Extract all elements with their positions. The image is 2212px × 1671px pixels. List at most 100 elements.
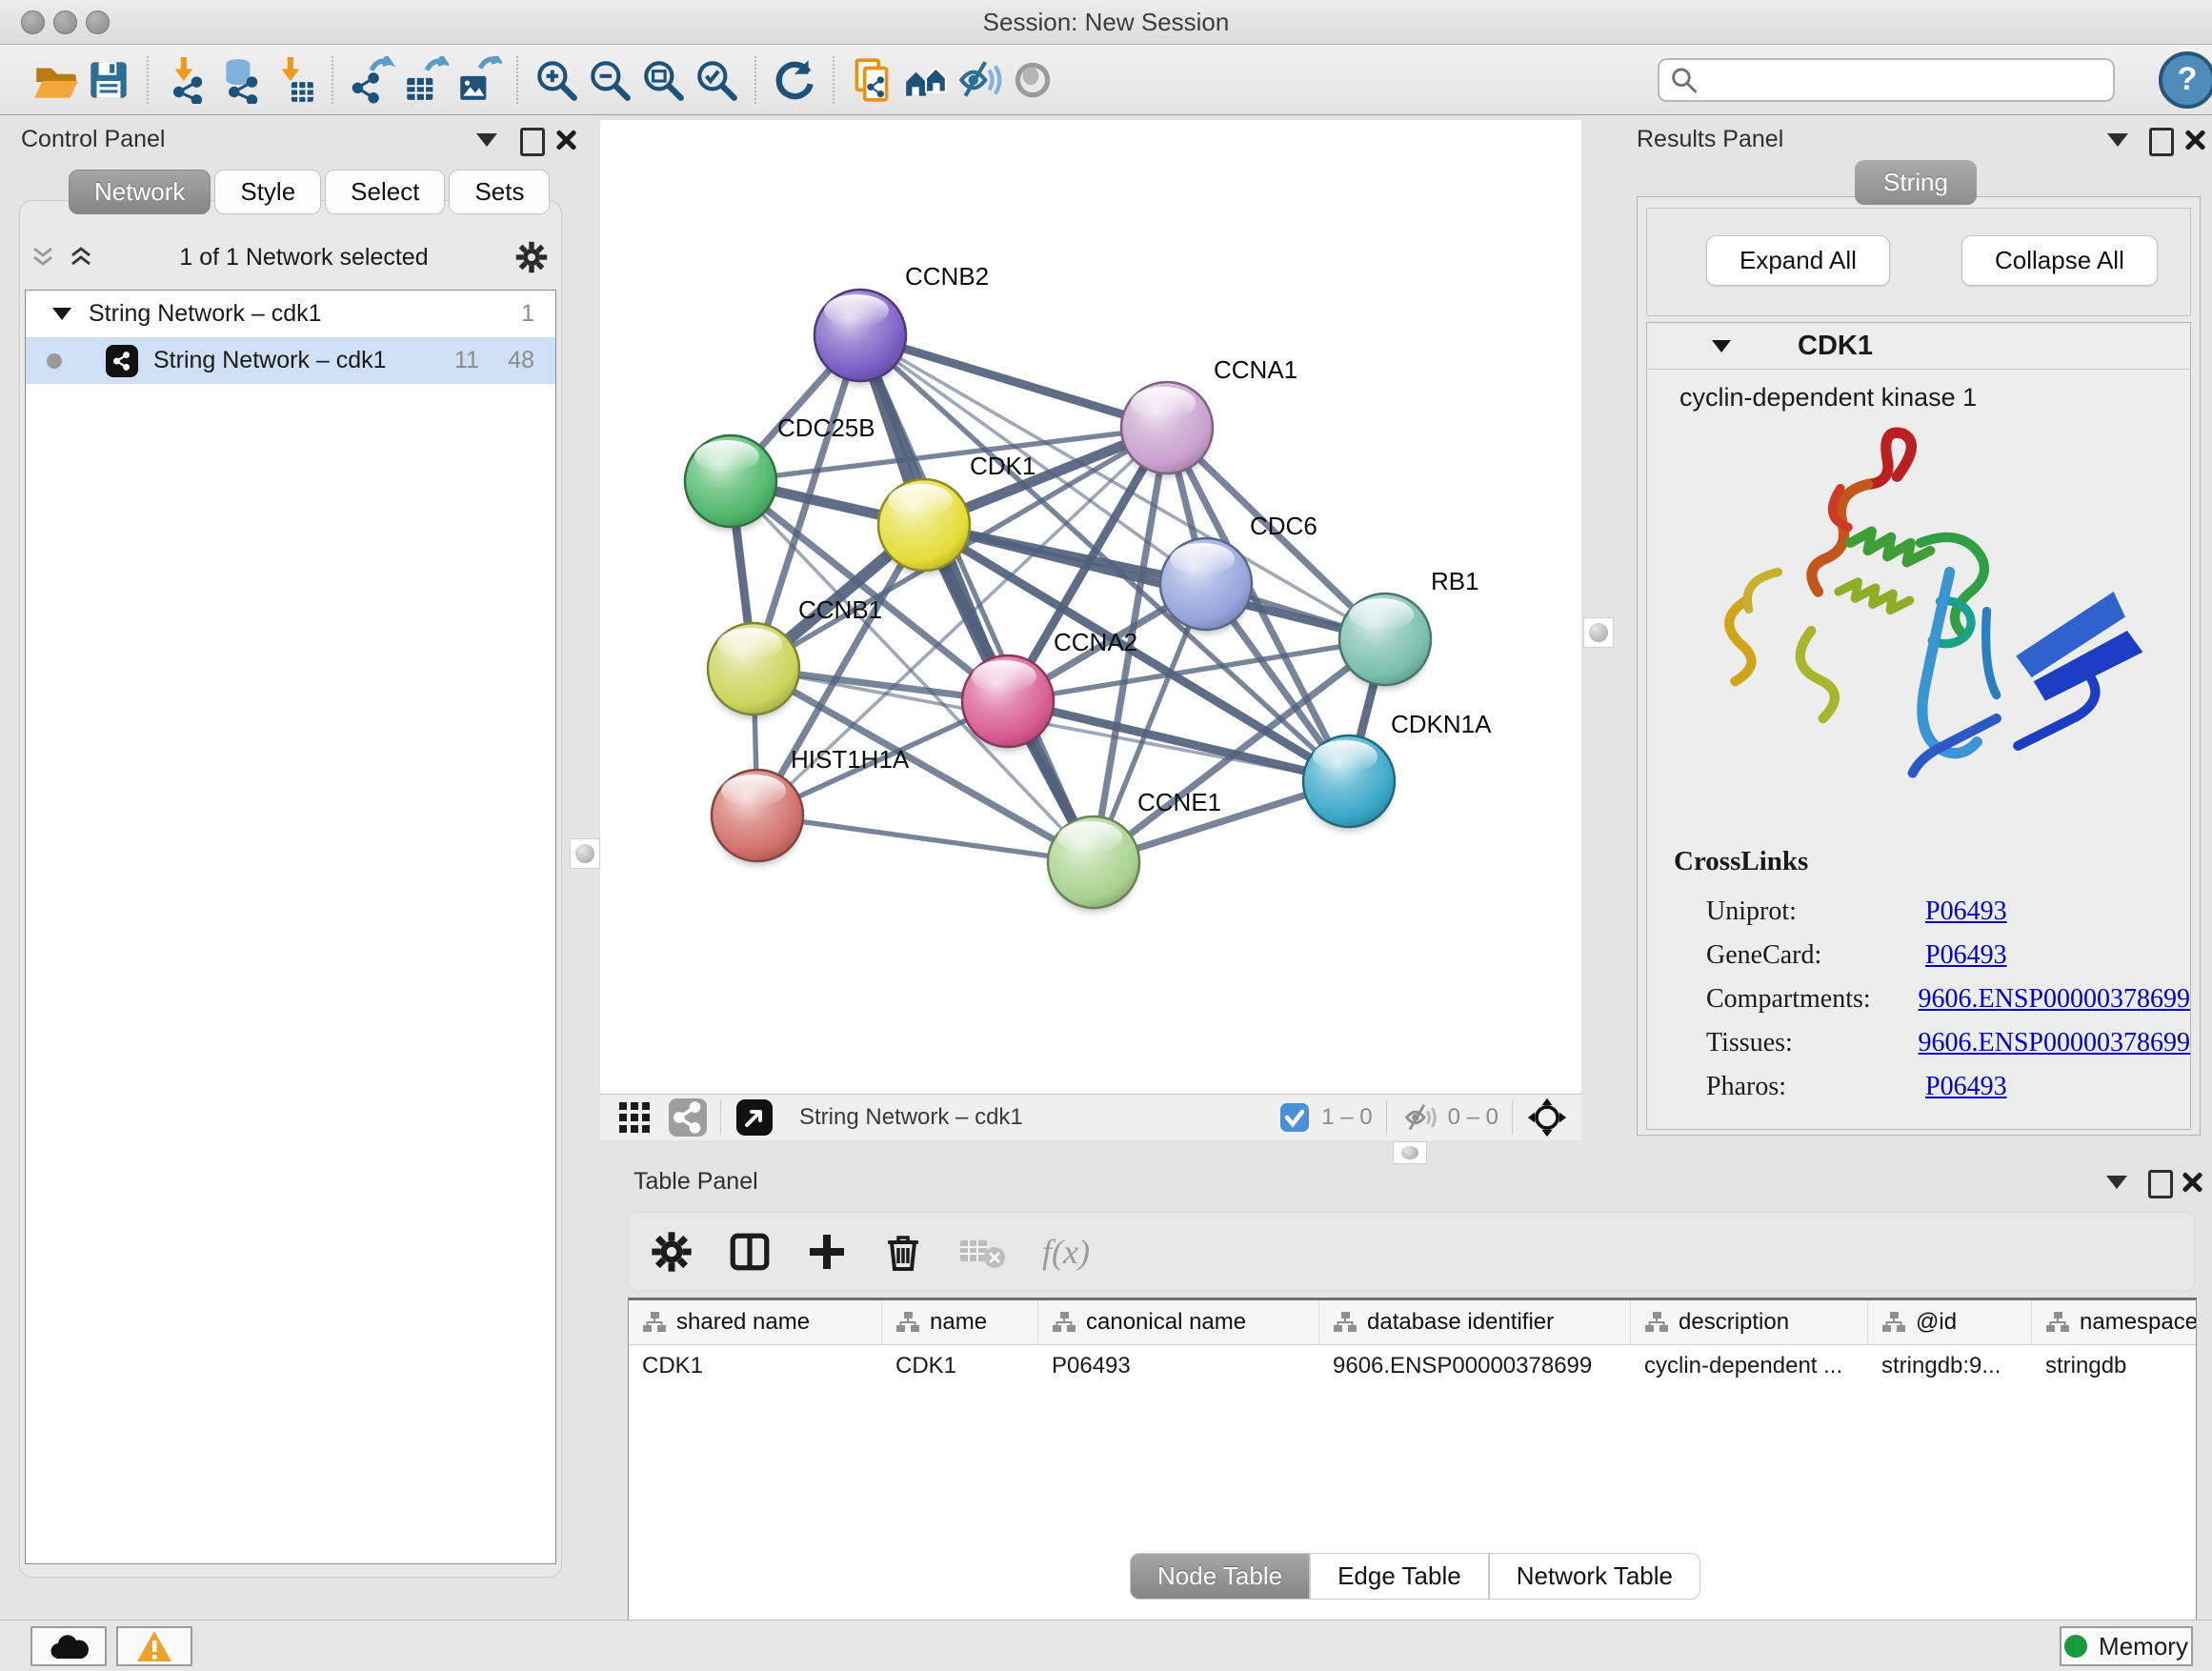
column-header-canonical-name[interactable]: canonical name	[1038, 1300, 1319, 1344]
tab-network[interactable]: Network	[69, 170, 211, 214]
table-cell[interactable]: P06493	[1038, 1345, 1319, 1387]
network-options-gear-icon[interactable]	[514, 240, 549, 274]
crosshair-icon[interactable]	[1526, 1097, 1568, 1138]
right-splitter-handle[interactable]	[1583, 617, 1614, 648]
tab-select[interactable]: Select	[325, 170, 445, 214]
column-header-shared-name[interactable]: shared name	[629, 1300, 882, 1344]
collection-expand-icon[interactable]	[52, 308, 71, 320]
crosslink-link[interactable]: 9606.ENSP00000378699	[1919, 984, 2190, 1015]
panel-float-icon[interactable]	[520, 128, 545, 156]
tab-node-table[interactable]: Node Table	[1130, 1553, 1310, 1600]
section-expand-icon[interactable]	[1712, 340, 1731, 352]
table-header-row: shared name namecanonical namedatabase id…	[629, 1300, 2196, 1345]
help-button[interactable]: ?	[2159, 51, 2212, 109]
left-splitter-handle[interactable]	[570, 838, 600, 869]
network-canvas[interactable]: CCNB2CCNA1CDC25BCDK1CDC6RB1CCNB1CCNA2CDK…	[600, 120, 1581, 1094]
save-session-icon[interactable]	[82, 53, 135, 107]
column-header-database-identifier[interactable]: database identifier	[1319, 1300, 1631, 1344]
show-neighbors-houses-icon[interactable]	[899, 53, 953, 107]
zoom-selected-icon[interactable]	[690, 53, 743, 107]
memory-button[interactable]: Memory	[2060, 1626, 2193, 1666]
hidden-eye-icon[interactable]	[1400, 1098, 1438, 1137]
node-CCNB1[interactable]: CCNB1	[708, 595, 882, 718]
column-header--id[interactable]: @id	[1868, 1300, 2032, 1344]
zoom-out-icon[interactable]	[583, 53, 636, 107]
cloud-button[interactable]	[30, 1626, 107, 1666]
horizontal-splitter-handle[interactable]	[1393, 1141, 1427, 1164]
node-label-CDK1: CDK1	[970, 452, 1036, 480]
protein-section-header[interactable]: CDK1	[1647, 323, 2190, 370]
node-CCNE1[interactable]: CCNE1	[1048, 788, 1221, 912]
selected-checkbox[interactable]	[1279, 1102, 1310, 1133]
tab-network-table[interactable]: Network Table	[1489, 1553, 1700, 1600]
panel-close-icon[interactable]	[554, 128, 577, 151]
crosslink-link[interactable]: 9606.ENSP00000378699	[1919, 1028, 2190, 1058]
table-close-icon[interactable]	[2181, 1170, 2203, 1193]
network-collection-row[interactable]: String Network – cdk1 1	[26, 291, 555, 337]
crosslink-label: Tissues:	[1706, 1028, 1919, 1058]
copy-network-icon[interactable]	[846, 53, 899, 107]
table-cell[interactable]: CDK1	[882, 1345, 1038, 1387]
tab-sets[interactable]: Sets	[449, 170, 550, 214]
collapse-all-icon[interactable]	[30, 245, 55, 270]
search-icon	[1669, 64, 1699, 96]
show-all-eye-icon[interactable]	[1006, 53, 1059, 107]
apply-layout-icon[interactable]	[768, 53, 821, 107]
edge-HIST1H1A-CCNE1[interactable]	[757, 815, 1094, 862]
zoom-fit-icon[interactable]	[636, 53, 690, 107]
warning-button[interactable]	[116, 1626, 192, 1666]
tab-edge-table[interactable]: Edge Table	[1310, 1553, 1489, 1600]
zoom-in-icon[interactable]	[530, 53, 583, 107]
gear-icon[interactable]	[650, 1230, 694, 1274]
node-CDC25B[interactable]: CDC25B	[685, 413, 875, 531]
node-HIST1H1A[interactable]: HIST1H1A	[712, 745, 910, 865]
tab-string[interactable]: String	[1855, 160, 1977, 205]
search-input[interactable]	[1699, 66, 2103, 94]
table-cell[interactable]: 9606.ENSP00000378699	[1319, 1345, 1631, 1387]
open-session-icon[interactable]	[29, 53, 82, 107]
collapse-all-button[interactable]: Collapse All	[1961, 235, 2158, 286]
node-RB1[interactable]: RB1	[1339, 567, 1479, 689]
export-network-icon[interactable]	[345, 53, 398, 107]
crosslink-link[interactable]: P06493	[1925, 1072, 2007, 1102]
share-icon[interactable]	[669, 1098, 707, 1137]
crosslink-link[interactable]: P06493	[1925, 940, 2007, 971]
results-close-icon[interactable]	[2183, 128, 2206, 151]
import-network-file-icon[interactable]	[160, 53, 213, 107]
import-table-icon[interactable]	[267, 53, 320, 107]
edge-CCNB2-CCNA1[interactable]	[860, 335, 1167, 428]
table-row[interactable]: CDK1CDK1P064939606.ENSP00000378699cyclin…	[629, 1345, 2196, 1387]
table-cell[interactable]: stringdb	[2032, 1345, 2197, 1387]
node-CDKN1A[interactable]: CDKN1A	[1303, 710, 1492, 831]
table-cell[interactable]: stringdb:9...	[1868, 1345, 2032, 1387]
node-CCNA1[interactable]: CCNA1	[1121, 355, 1297, 477]
export-image-icon[interactable]	[452, 53, 505, 107]
expand-all-icon[interactable]	[69, 245, 93, 270]
column-label: namespace	[2080, 1309, 2197, 1336]
panel-menu-icon[interactable]	[476, 133, 497, 147]
results-float-icon[interactable]	[2149, 128, 2174, 156]
edge-CDK1-RB1[interactable]	[924, 525, 1385, 639]
import-network-database-icon[interactable]	[213, 53, 267, 107]
results-menu-icon[interactable]	[2107, 133, 2128, 147]
hide-selected-eye-icon[interactable]	[953, 53, 1006, 107]
tab-style[interactable]: Style	[214, 170, 321, 214]
table-float-icon[interactable]	[2148, 1170, 2173, 1198]
column-label: shared name	[676, 1309, 810, 1336]
add-column-icon[interactable]	[806, 1231, 848, 1273]
columns-icon[interactable]	[728, 1230, 772, 1274]
edge-CCNB2-CCNE1[interactable]	[860, 335, 1094, 862]
open-in-window-icon[interactable]	[734, 1097, 774, 1137]
expand-all-button[interactable]: Expand All	[1706, 235, 1890, 286]
column-header-description[interactable]: description	[1631, 1300, 1868, 1344]
export-table-icon[interactable]	[398, 53, 452, 107]
column-header-name[interactable]: name	[882, 1300, 1038, 1344]
table-menu-icon[interactable]	[2106, 1176, 2127, 1189]
table-cell[interactable]: CDK1	[629, 1345, 882, 1387]
grid-icon[interactable]	[615, 1098, 654, 1137]
column-header-namespace[interactable]: namespace	[2032, 1300, 2197, 1344]
crosslink-link[interactable]: P06493	[1925, 896, 2007, 927]
delete-column-icon[interactable]	[882, 1231, 924, 1273]
network-row-selected[interactable]: String Network – cdk1 11 48	[26, 337, 555, 384]
table-cell[interactable]: cyclin-dependent ...	[1631, 1345, 1868, 1387]
